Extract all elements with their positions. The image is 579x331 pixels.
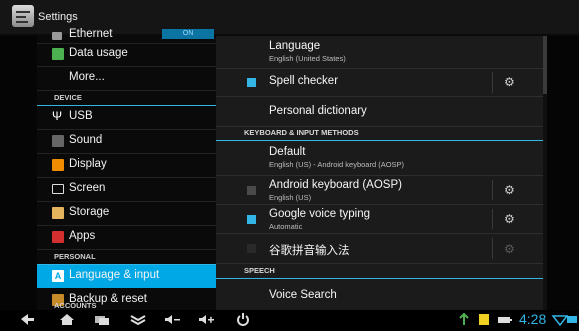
ethernet-toggle[interactable]: ON — [162, 29, 214, 39]
section-header-personal: PERSONAL — [37, 250, 216, 265]
sidebar-item-label: More... — [69, 71, 105, 83]
android-keyboard-checkbox — [247, 186, 256, 195]
section-header-device: DEVICE — [37, 91, 216, 106]
language-subtitle: English (United States) — [269, 54, 346, 63]
status-time: 4:28 — [519, 311, 547, 327]
recent-apps-icon[interactable] — [93, 313, 111, 326]
voice-search-row[interactable]: Voice Search — [216, 279, 543, 310]
power-icon[interactable] — [234, 313, 252, 326]
sidebar-item-label: Data usage — [69, 47, 128, 59]
sidebar-item-ethernet[interactable]: Ethernet ON — [37, 28, 216, 44]
pinyin-ime-title: 谷歌拼音输入法 — [269, 245, 350, 257]
voice-search-title: Voice Search — [269, 289, 337, 301]
spell-checker-checkbox[interactable] — [247, 78, 256, 87]
pinyin-ime-checkbox[interactable] — [247, 244, 256, 253]
settings-category-list[interactable]: Ethernet ON Data usage More... DEVICE Ψ … — [37, 28, 216, 314]
usb-debug-icon — [455, 312, 473, 326]
sidebar-item-label: Sound — [69, 134, 103, 146]
battery-icon — [496, 313, 514, 326]
ethernet-icon — [52, 32, 62, 40]
default-subtitle: English (US) - Android keyboard (AOSP) — [269, 160, 405, 169]
divider — [492, 238, 493, 259]
android-keyboard-settings-icon[interactable]: ⚙ — [504, 184, 516, 196]
android-keyboard-title: Android keyboard (AOSP) — [269, 179, 402, 191]
sidebar-item-language-input[interactable]: A Language & input — [37, 265, 216, 288]
sidebar-item-usb[interactable]: Ψ USB — [37, 106, 216, 130]
settings-panel: Ethernet ON Data usage More... DEVICE Ψ … — [0, 28, 579, 314]
sidebar-item-label: Apps — [69, 230, 96, 242]
pinyin-ime-row[interactable]: 谷歌拼音输入法 ⚙ — [216, 234, 543, 264]
section-header-label: DEVICE — [54, 93, 82, 102]
google-voice-typing-settings-icon[interactable]: ⚙ — [504, 213, 516, 225]
home-icon[interactable] — [58, 313, 76, 326]
section-header-label: SPEECH — [244, 266, 275, 275]
sidebar-item-label: USB — [69, 110, 93, 122]
google-voice-typing-row[interactable]: Google voice typing Automatic ⚙ — [216, 205, 543, 234]
divider — [492, 209, 493, 229]
personal-dictionary-row[interactable]: Personal dictionary — [216, 97, 543, 127]
android-keyboard-subtitle: English (US) — [269, 193, 312, 202]
volume-down-icon[interactable] — [163, 313, 181, 326]
spell-checker-title: Spell checker — [269, 75, 339, 87]
sidebar-item-label: Display — [69, 158, 107, 170]
section-header-label: PERSONAL — [54, 252, 96, 261]
volume-up-icon[interactable] — [197, 313, 215, 326]
sidebar-item-display[interactable]: Display — [37, 154, 216, 178]
settings-app-icon — [12, 5, 34, 27]
apps-icon — [52, 231, 64, 243]
sidebar-item-label: Language & input — [69, 269, 160, 281]
back-icon[interactable] — [18, 313, 36, 326]
screen-icon — [52, 184, 64, 194]
sidebar-item-sound[interactable]: Sound — [37, 130, 216, 154]
spell-checker-settings-icon[interactable]: ⚙ — [504, 76, 516, 88]
sidebar-item-label: Storage — [69, 206, 110, 218]
default-title: Default — [269, 146, 306, 158]
sound-icon — [52, 135, 64, 147]
data-usage-icon — [52, 48, 64, 60]
scrollbar[interactable] — [543, 36, 547, 310]
menu-collapse-icon[interactable] — [129, 313, 147, 326]
google-voice-typing-checkbox[interactable] — [247, 215, 256, 224]
app-title: Settings — [38, 11, 78, 23]
sidebar-item-label: Ethernet — [69, 28, 113, 40]
usb-icon: Ψ — [52, 109, 63, 123]
divider — [492, 180, 493, 200]
section-header-label: ACCOUNTS — [54, 301, 97, 310]
default-row[interactable]: Default English (US) - Android keyboard … — [216, 141, 543, 176]
ethernet-icon — [564, 313, 579, 326]
section-header-label: KEYBOARD & INPUT METHODS — [244, 128, 359, 137]
sidebar-item-more[interactable]: More... — [37, 67, 216, 91]
section-header-speech: SPEECH — [216, 264, 543, 279]
spell-checker-row[interactable]: Spell checker ⚙ — [216, 69, 543, 97]
pinyin-ime-settings-icon: ⚙ — [504, 242, 515, 256]
personal-dictionary-title: Personal dictionary — [269, 105, 367, 117]
android-keyboard-aosp-row[interactable]: Android keyboard (AOSP) English (US) ⚙ — [216, 176, 543, 205]
sidebar-item-storage[interactable]: Storage — [37, 202, 216, 226]
scroll-thumb[interactable] — [543, 36, 547, 94]
display-icon — [52, 159, 64, 171]
sidebar-item-data-usage[interactable]: Data usage — [37, 43, 216, 67]
language-title: Language — [269, 40, 321, 52]
sidebar-item-label: Screen — [69, 182, 106, 194]
google-voice-typing-subtitle: Automatic — [269, 222, 303, 231]
language-row[interactable]: Language English (United States) — [216, 36, 543, 69]
language-input-pane: Language English (United States) Spell c… — [216, 36, 543, 310]
google-voice-typing-title: Google voice typing — [269, 208, 371, 220]
section-header-keyboard-input-methods: KEYBOARD & INPUT METHODS — [216, 126, 543, 141]
language-input-icon: A — [52, 270, 64, 282]
sidebar-item-screen[interactable]: Screen — [37, 178, 216, 202]
divider — [492, 72, 493, 93]
storage-icon — [52, 207, 64, 219]
sd-card-icon — [475, 313, 493, 326]
sidebar-item-apps[interactable]: Apps — [37, 226, 216, 250]
system-navigation-bar: 4:28 — [0, 310, 579, 329]
